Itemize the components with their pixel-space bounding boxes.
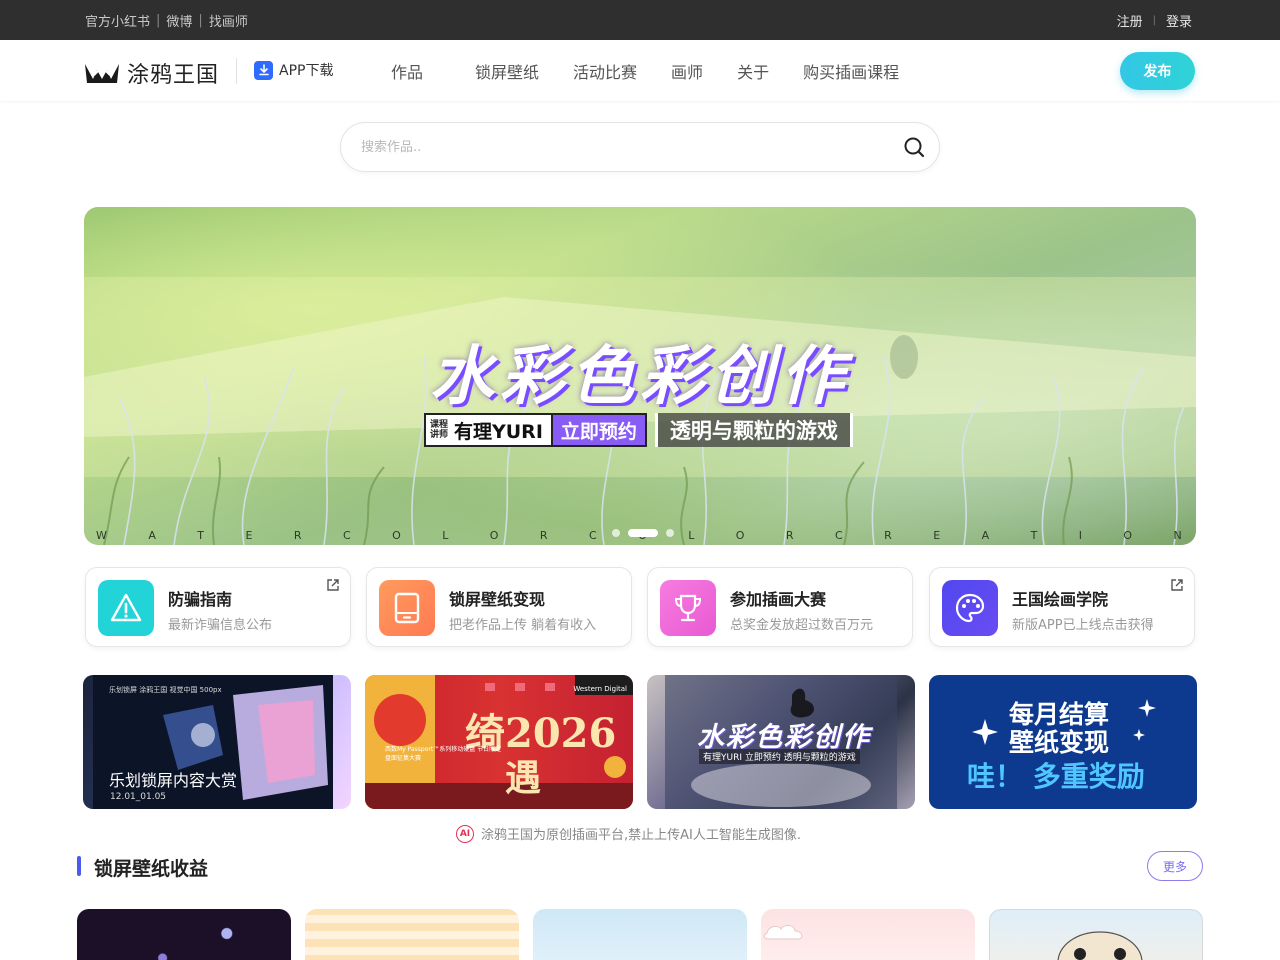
app-download-link[interactable]: APP下载 <box>254 60 333 80</box>
wallpaper-5-artwork <box>1057 931 1143 960</box>
main-nav: 作品 锁屏壁纸 活动比赛 画师 关于 购买插画课程 <box>374 40 899 101</box>
weibo-link[interactable]: 微博 <box>166 11 192 30</box>
feature-card-academy[interactable]: 王国绘画学院 新版APP已上线点击获得 <box>929 567 1195 647</box>
nav-buy-course[interactable]: 购买插画课程 <box>803 59 899 83</box>
login-link[interactable]: 登录 <box>1166 11 1192 30</box>
promo-western-digital[interactable]: Western Digital 绮2026 遇 西数My Passport™系列… <box>365 675 633 809</box>
separator: | <box>1152 14 1156 26</box>
carousel-dot-active[interactable] <box>628 529 658 537</box>
ai-policy-text: 涂鸦王国为原创插画平台,禁止上传AI人工智能生成图像. <box>481 828 801 843</box>
reserve-tag: 立即预约 <box>552 413 647 447</box>
social-links: 官方小红书 | 微博 | 找画师 <box>85 0 248 40</box>
promo-2-headline-b: 遇 <box>505 757 542 799</box>
feature-title: 防骗指南 <box>168 590 233 609</box>
external-link-icon <box>327 579 339 591</box>
warning-icon <box>98 580 154 636</box>
cloud-icon <box>763 924 803 940</box>
palette-icon <box>942 580 998 636</box>
more-button[interactable]: 更多 <box>1147 851 1203 881</box>
feature-desc: 新版APP已上线点击获得 <box>1012 618 1154 633</box>
nav-works[interactable]: 作品 <box>391 59 423 83</box>
search-input[interactable] <box>361 123 881 171</box>
section-accent-bar <box>77 856 81 876</box>
wallpaper-card[interactable] <box>761 909 975 960</box>
promo-2-brand: Western Digital <box>573 685 627 693</box>
search-bar <box>340 122 940 172</box>
find-artist-link[interactable]: 找画师 <box>209 11 248 30</box>
feature-title: 王国绘画学院 <box>1012 590 1109 609</box>
feature-desc: 最新诈骗信息公布 <box>168 618 273 633</box>
top-bar: 官方小红书 | 微博 | 找画师 注册 | 登录 <box>0 0 1280 40</box>
promo-lehua-lockscreen[interactable]: 乐划锁屏 涂鸦王国 视觉中国 500px 乐划锁屏内容大赏 12.01_01.0… <box>83 675 351 809</box>
no-ai-icon: AI <box>456 824 474 843</box>
main-header: 涂鸦王国 APP下载 作品 锁屏壁纸 活动比赛 画师 关于 购买插画课程 发布 <box>0 40 1280 101</box>
site-logo[interactable]: 涂鸦王国 <box>84 57 219 89</box>
separator: | <box>198 12 203 28</box>
external-link-icon <box>1171 579 1183 591</box>
promo-monthly-settlement[interactable]: 每月结算 壁纸变现 哇！ 多重奖励 <box>929 675 1197 809</box>
publish-button[interactable]: 发布 <box>1120 52 1195 90</box>
search-icon[interactable] <box>903 136 925 158</box>
feature-card-wallpaper-income[interactable]: 锁屏壁纸变现 把老作品上传 躺着有收入 <box>366 567 632 647</box>
feature-title: 参加插画大赛 <box>730 590 827 609</box>
lecturer-name: 有理YURI <box>454 420 543 443</box>
promo-1-header: 乐划锁屏 涂鸦王国 视觉中国 500px <box>109 686 222 694</box>
hero-banner[interactable]: 水彩色彩创作 课程讲师 有理YURI 立即预约 透明与颗粒的游戏 W A T E… <box>84 207 1196 545</box>
promo-4-line2: 壁纸变现 <box>1009 728 1110 757</box>
ai-policy-notice: AI 涂鸦王国为原创插画平台,禁止上传AI人工智能生成图像. <box>456 824 801 843</box>
auth-links: 注册 | 登录 <box>1117 0 1192 40</box>
nav-contests[interactable]: 活动比赛 <box>573 59 637 83</box>
tablet-icon <box>379 580 435 636</box>
promo-2-subtitle: 西数My Passport™系列移动硬盘 节日限定盘面征集大赛 <box>385 746 502 762</box>
feature-desc: 总奖金发放超过数百万元 <box>730 618 874 633</box>
feature-card-anti-fraud[interactable]: 防骗指南 最新诈骗信息公布 <box>85 567 351 647</box>
nav-lockscreen-wallpaper[interactable]: 锁屏壁纸 <box>475 59 539 83</box>
promo-watercolor-course[interactable]: 水彩色彩创作 有理YURI 立即预约 透明与颗粒的游戏 <box>647 675 915 809</box>
header-divider <box>236 58 237 84</box>
section-title: 锁屏壁纸收益 <box>94 858 209 880</box>
promo-1-date: 12.01_01.05 <box>110 792 167 802</box>
separator: | <box>156 12 161 28</box>
carousel-dot[interactable] <box>666 529 674 537</box>
lecturer-tag: 课程讲师 有理YURI <box>424 413 553 447</box>
feature-desc: 把老作品上传 躺着有收入 <box>449 618 597 633</box>
wallpaper-card[interactable] <box>989 909 1203 960</box>
lecturer-label: 课程讲师 <box>430 420 449 440</box>
wallpaper-card[interactable] <box>305 909 519 960</box>
promo-1-title: 乐划锁屏内容大赏 <box>109 771 238 790</box>
app-download-label: APP下载 <box>279 63 334 79</box>
banner-title: 水彩色彩创作 <box>430 339 850 414</box>
wallpaper-card[interactable] <box>533 909 747 960</box>
carousel-dot[interactable] <box>612 529 620 537</box>
topic-tag: 透明与颗粒的游戏 <box>654 413 853 447</box>
xiaohongshu-link[interactable]: 官方小红书 <box>85 11 150 30</box>
feature-card-contest[interactable]: 参加插画大赛 总奖金发放超过数百万元 <box>647 567 913 647</box>
download-icon <box>254 60 273 80</box>
carousel-dots <box>608 529 678 537</box>
banner-tags: 课程讲师 有理YURI 立即预约 透明与颗粒的游戏 <box>424 413 853 447</box>
trophy-icon <box>660 580 716 636</box>
wallpaper-card[interactable] <box>77 909 291 960</box>
nav-about[interactable]: 关于 <box>737 59 769 83</box>
register-link[interactable]: 注册 <box>1117 11 1143 30</box>
promo-4-line3: 哇！ 多重奖励 <box>967 760 1145 793</box>
crown-logo-icon <box>85 64 119 83</box>
promo-3-tags: 有理YURI 立即预约 透明与颗粒的游戏 <box>699 749 860 764</box>
nav-artists[interactable]: 画师 <box>671 59 703 83</box>
logo-text: 涂鸦王国 <box>127 63 220 88</box>
feature-title: 锁屏壁纸变现 <box>449 590 546 609</box>
